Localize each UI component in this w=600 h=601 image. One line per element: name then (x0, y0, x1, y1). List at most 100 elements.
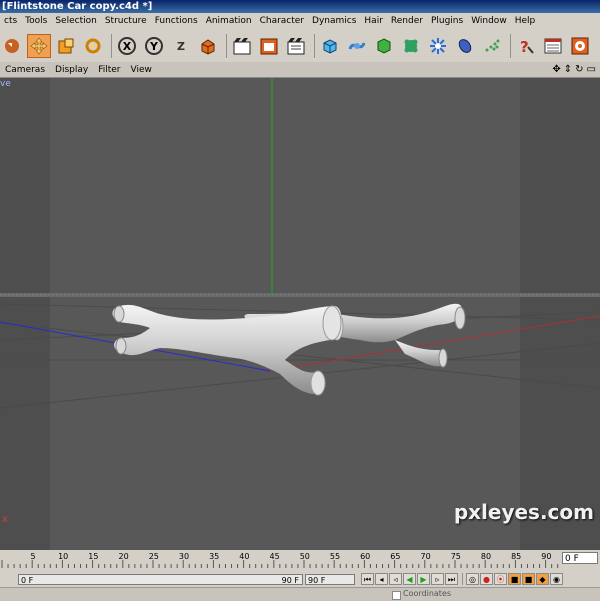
viewport-menu-display[interactable]: Display (50, 65, 93, 75)
timeline-tick-label: 60 (360, 552, 370, 561)
x-axis-label: X (122, 39, 132, 53)
viewport-menu-cameras[interactable]: Cameras (0, 65, 50, 75)
window-title: [Flintstone Car copy.c4d *] (0, 0, 600, 13)
x-axis-button[interactable]: X (115, 34, 139, 58)
maximize-view-icon[interactable]: ▭ (587, 64, 596, 75)
record-button[interactable]: ● (480, 573, 493, 585)
world-coords-icon (201, 39, 215, 55)
help-icon: ? (520, 38, 534, 55)
dolly-view-icon[interactable]: ⇕ (564, 64, 572, 75)
cube-primitive-button[interactable] (318, 34, 342, 58)
watermark: pxleyes.com (453, 500, 594, 524)
browser-icon (571, 37, 589, 55)
y-axis-label: Y (150, 39, 158, 53)
menu-structure[interactable]: Structure (101, 16, 151, 26)
z-axis-icon: Z (172, 37, 190, 55)
max-frame-field[interactable]: 90 F (305, 573, 355, 585)
play-reverse-button[interactable]: ◀ (403, 573, 416, 585)
toolbar-separator (510, 34, 511, 58)
menu-dynamics[interactable]: Dynamics (308, 16, 360, 26)
nurbs-button[interactable] (345, 34, 369, 58)
render-view-icon (233, 38, 251, 55)
keyframe-scale-button[interactable]: ■ (522, 573, 535, 585)
menu-functions[interactable]: Functions (151, 16, 202, 26)
menu-selection[interactable]: Selection (51, 16, 100, 26)
timeline-tick-label: 70 (421, 552, 431, 561)
help-button[interactable]: ? (514, 34, 538, 58)
menu-help[interactable]: Help (511, 16, 540, 26)
undo-button[interactable] (0, 34, 24, 58)
timeline-tick-label: 90 (541, 552, 551, 561)
keyframe-position-button[interactable]: ■ (508, 573, 521, 585)
x-axis-icon: X (118, 37, 136, 55)
coordinates-tab[interactable]: Coordinates (403, 589, 451, 598)
light-icon (430, 38, 446, 54)
viewport-scene: x (0, 78, 600, 550)
rotate-view-icon[interactable]: ↻ (575, 64, 583, 75)
play-button[interactable]: ▶ (417, 573, 430, 585)
viewport-nav-icons: ✥ ⇕ ↻ ▭ (552, 62, 596, 77)
keyframe-rotation-button[interactable]: ◆ (536, 573, 549, 585)
transport-separator (462, 573, 463, 585)
prev-frame-button[interactable]: ◃ (389, 573, 402, 585)
timeline-tick-label: 5 (30, 552, 35, 561)
menu-plugins[interactable]: Plugins (427, 16, 467, 26)
menu-character[interactable]: Character (256, 16, 308, 26)
render-settings-button[interactable] (284, 34, 308, 58)
render-region-icon (260, 38, 278, 55)
keyframe-param-button[interactable]: ◉ (550, 573, 563, 585)
main-toolbar: X Y Z ? (0, 30, 600, 63)
undo-icon (5, 39, 19, 53)
exhaust-pipe-left (112, 304, 342, 396)
menu-hair[interactable]: Hair (360, 16, 386, 26)
viewport-menu-filter[interactable]: Filter (93, 65, 125, 75)
particles-button[interactable] (480, 34, 504, 58)
menu-tools[interactable]: Tools (21, 16, 51, 26)
cube-primitive-icon (323, 39, 337, 54)
timeline-tick-label: 50 (300, 552, 310, 561)
prev-key-button[interactable]: ◂ (375, 573, 388, 585)
range-end-value: 90 F (281, 575, 299, 585)
camera-button[interactable] (453, 34, 477, 58)
timeline-ruler[interactable]: 5 10 15 20 25 30 35 40 45 50 55 60 65 70 75 80 85 90 0 F (0, 550, 600, 570)
scale-tool-button[interactable] (54, 34, 78, 58)
nurbs-icon (348, 42, 366, 50)
timeline-tick-label: 40 (239, 552, 249, 561)
viewport-menu-view[interactable]: View (126, 65, 157, 75)
scene-object-button[interactable] (399, 34, 423, 58)
y-axis-button[interactable]: Y (142, 34, 166, 58)
rotate-tool-button[interactable] (81, 34, 105, 58)
timeline-tick-label: 30 (179, 552, 189, 561)
menu-animation[interactable]: Animation (202, 16, 256, 26)
goto-end-button[interactable]: ⏭ (445, 573, 458, 585)
timeline-button[interactable] (541, 34, 565, 58)
pan-view-icon[interactable]: ✥ (552, 64, 560, 75)
menu-window[interactable]: Window (467, 16, 511, 26)
move-icon (30, 37, 48, 55)
move-tool-button[interactable] (27, 34, 51, 58)
record-mode-button[interactable]: ◎ (466, 573, 479, 585)
deformer-button[interactable] (372, 34, 396, 58)
menu-objects[interactable]: cts (0, 16, 21, 26)
timeline-tick-label: 45 (270, 552, 280, 561)
render-settings-icon (287, 38, 305, 55)
browser-button[interactable] (568, 34, 592, 58)
menu-render[interactable]: Render (387, 16, 427, 26)
z-axis-label: Z (177, 39, 185, 53)
coordinates-checkbox-icon[interactable] (392, 591, 401, 600)
world-coords-button[interactable] (196, 34, 220, 58)
svg-text:?: ? (520, 38, 529, 55)
manager-tabs-bar: Coordinates (0, 587, 600, 601)
goto-start-button[interactable]: ⏮ (361, 573, 374, 585)
3d-viewport[interactable]: x ve pxleyes.com (0, 78, 600, 550)
current-frame-field[interactable]: 0 F (562, 552, 598, 564)
range-start-field[interactable]: 0 F 90 F (18, 573, 303, 585)
timeline-tick-label: 25 (149, 552, 159, 561)
range-start-value: 0 F (21, 575, 34, 585)
render-region-button[interactable] (257, 34, 281, 58)
render-view-button[interactable] (230, 34, 254, 58)
z-axis-button[interactable]: Z (169, 34, 193, 58)
next-frame-button[interactable]: ▹ (431, 573, 444, 585)
light-button[interactable] (426, 34, 450, 58)
autokey-button[interactable]: ⦿ (494, 573, 507, 585)
